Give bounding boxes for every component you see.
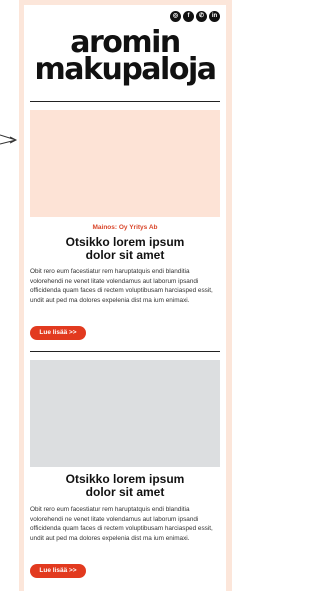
article-title[interactable]: Otsikko lorem ipsum dolor sit amet [24, 236, 226, 262]
article-title[interactable]: Otsikko lorem ipsum dolor sit amet [24, 473, 226, 499]
divider [30, 101, 220, 102]
read-more-button[interactable]: Lue lisää >> [30, 564, 86, 578]
article-title-line-2: dolor sit amet [85, 485, 165, 499]
sponsor-label: Mainos: Oy Yritys Ab [92, 224, 158, 231]
article-image [30, 110, 220, 217]
linkedin-icon[interactable]: in [209, 11, 220, 22]
instagram-icon[interactable]: ◎ [170, 11, 181, 22]
newsletter-card: ◎ f ✆ in aromin makupaloja Mainos: Oy Yr… [24, 5, 226, 591]
article-image [30, 360, 220, 467]
divider [30, 351, 220, 352]
article-body: Obit rero eum facestiatur rem haruptatqu… [30, 506, 213, 542]
social-icons: ◎ f ✆ in [170, 11, 220, 22]
arrow-pointer-icon [0, 134, 18, 145]
read-more-button[interactable]: Lue lisää >> [30, 326, 86, 340]
logo: aromin makupaloja [24, 28, 226, 87]
logo-line-2: makupaloja [34, 52, 217, 87]
article-body: Obit rero eum facestiatur rem haruptatqu… [30, 268, 213, 304]
article-title-line-2: dolor sit amet [85, 248, 165, 262]
facebook-icon[interactable]: f [183, 11, 194, 22]
whatsapp-icon[interactable]: ✆ [196, 11, 207, 22]
